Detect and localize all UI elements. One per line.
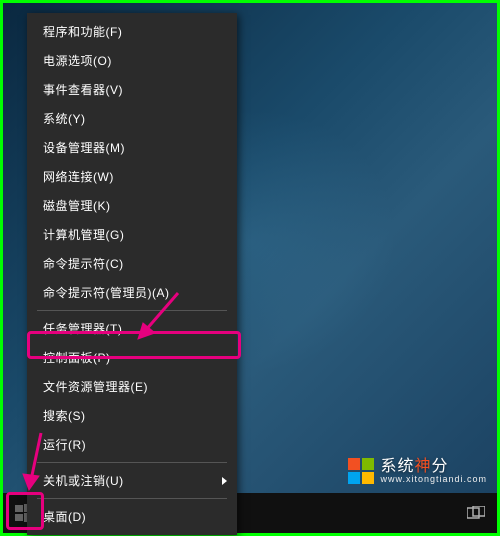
menu-control-panel[interactable]: 控制面板(P) <box>27 343 237 372</box>
menu-power-options[interactable]: 电源选项(O) <box>27 46 237 75</box>
watermark-text: 系统神分 <box>380 458 487 476</box>
watermark-url: www.xitongtiandi.com <box>380 475 487 485</box>
menu-event-viewer[interactable]: 事件查看器(V) <box>27 75 237 104</box>
task-view-icon[interactable] <box>467 506 485 520</box>
menu-disk-management[interactable]: 磁盘管理(K) <box>27 191 237 220</box>
taskbar-tray <box>459 493 493 533</box>
menu-task-manager[interactable]: 任务管理器(T) <box>27 314 237 343</box>
menu-divider <box>37 498 227 499</box>
menu-computer-management[interactable]: 计算机管理(G) <box>27 220 237 249</box>
menu-divider <box>37 310 227 311</box>
watermark: 系统神分 www.xitongtiandi.com <box>348 458 487 485</box>
menu-desktop[interactable]: 桌面(D) <box>27 502 237 531</box>
menu-search[interactable]: 搜索(S) <box>27 401 237 430</box>
windows-tiles-icon <box>348 458 374 484</box>
annotation-arrow-icon <box>133 283 193 343</box>
submenu-arrow-icon <box>222 477 227 485</box>
menu-command-prompt-admin[interactable]: 命令提示符(管理员)(A) <box>27 278 237 307</box>
menu-programs-features[interactable]: 程序和功能(F) <box>27 17 237 46</box>
menu-network-connections[interactable]: 网络连接(W) <box>27 162 237 191</box>
menu-device-manager[interactable]: 设备管理器(M) <box>27 133 237 162</box>
menu-divider <box>37 462 227 463</box>
menu-command-prompt[interactable]: 命令提示符(C) <box>27 249 237 278</box>
annotation-arrow-icon <box>19 428 59 498</box>
menu-system[interactable]: 系统(Y) <box>27 104 237 133</box>
menu-file-explorer[interactable]: 文件资源管理器(E) <box>27 372 237 401</box>
